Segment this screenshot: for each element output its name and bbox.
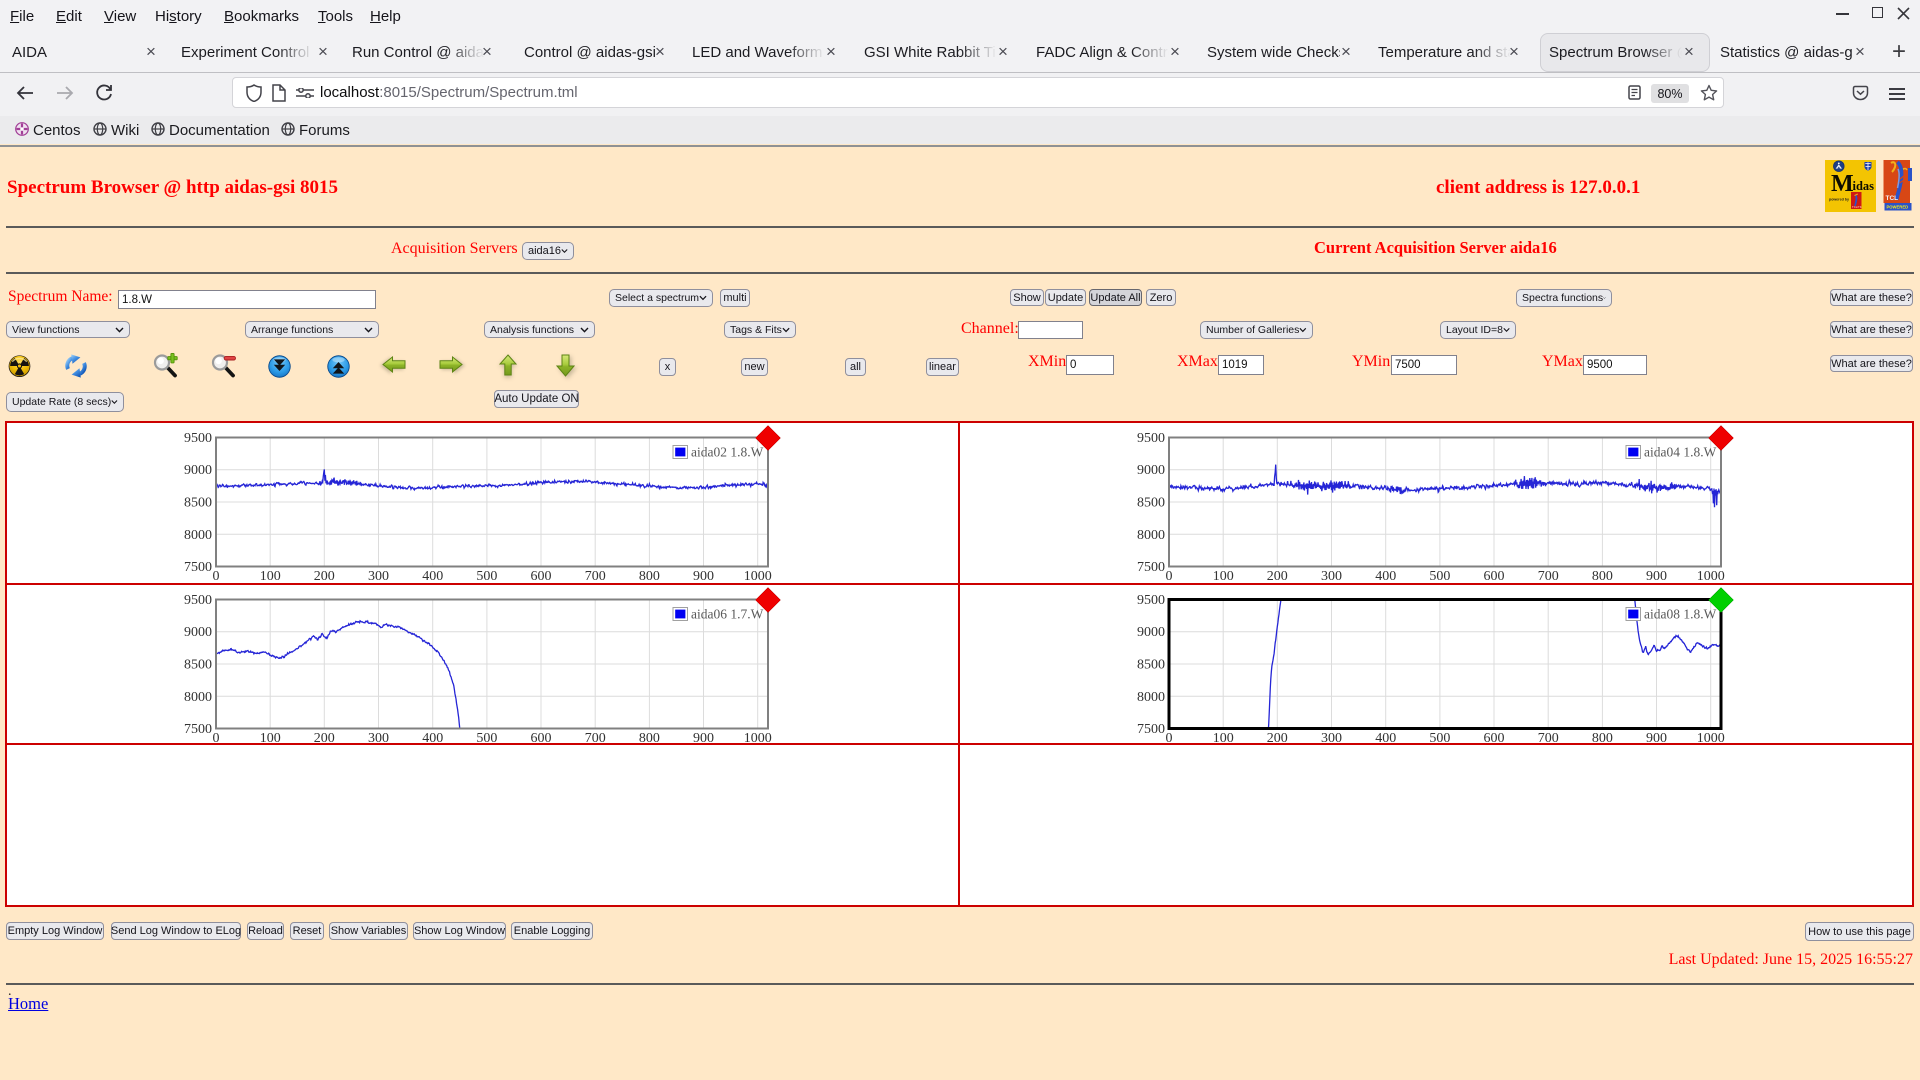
- svg-text:900: 900: [693, 569, 714, 583]
- svg-text:400: 400: [422, 731, 443, 745]
- svg-text:900: 900: [693, 731, 714, 745]
- svg-text:200: 200: [1267, 569, 1288, 583]
- svg-text:700: 700: [1538, 731, 1559, 745]
- svg-text:8500: 8500: [184, 496, 212, 511]
- svg-text:1000: 1000: [1697, 569, 1725, 583]
- svg-text:400: 400: [422, 569, 443, 583]
- svg-text:300: 300: [368, 731, 389, 745]
- svg-text:900: 900: [1646, 731, 1667, 745]
- svg-text:500: 500: [476, 731, 497, 745]
- svg-text:7500: 7500: [1137, 560, 1165, 575]
- svg-text:500: 500: [476, 569, 497, 583]
- svg-text:7500: 7500: [1137, 722, 1165, 737]
- svg-text:powered by: powered by: [1829, 198, 1849, 202]
- svg-text:300: 300: [368, 569, 389, 583]
- svg-text:9500: 9500: [184, 431, 212, 446]
- svg-text:600: 600: [531, 731, 552, 745]
- svg-text:8500: 8500: [1137, 658, 1165, 673]
- svg-text:9000: 9000: [1137, 463, 1165, 478]
- svg-text:200: 200: [314, 731, 335, 745]
- svg-text:300: 300: [1321, 569, 1342, 583]
- svg-text:7500: 7500: [184, 722, 212, 737]
- svg-text:100: 100: [260, 569, 281, 583]
- svg-text:400: 400: [1375, 731, 1396, 745]
- svg-text:600: 600: [531, 569, 552, 583]
- svg-text:800: 800: [1592, 569, 1613, 583]
- svg-text:300: 300: [1321, 731, 1342, 745]
- svg-text:100: 100: [1213, 569, 1234, 583]
- svg-text:9500: 9500: [184, 593, 212, 608]
- svg-text:200: 200: [1267, 731, 1288, 745]
- svg-text:800: 800: [1592, 731, 1613, 745]
- svg-text:0: 0: [1166, 731, 1173, 745]
- svg-text:1000: 1000: [744, 569, 772, 583]
- svg-text:8000: 8000: [184, 528, 212, 543]
- svg-text:600: 600: [1484, 569, 1505, 583]
- svg-text:100: 100: [260, 731, 281, 745]
- svg-text:9000: 9000: [184, 463, 212, 478]
- svg-text:8000: 8000: [1137, 528, 1165, 543]
- svg-text:700: 700: [585, 731, 606, 745]
- svg-text:7500: 7500: [184, 560, 212, 575]
- svg-text:700: 700: [1538, 569, 1559, 583]
- svg-text:9500: 9500: [1137, 593, 1165, 608]
- svg-text:POWERED: POWERED: [1887, 204, 1909, 209]
- svg-text:800: 800: [639, 731, 660, 745]
- svg-text:TCL/TK: TCL/TK: [1852, 205, 1862, 209]
- svg-text:TCL: TCL: [1886, 195, 1899, 202]
- svg-text:1000: 1000: [744, 731, 772, 745]
- svg-text:9000: 9000: [184, 625, 212, 640]
- svg-text:8500: 8500: [184, 658, 212, 673]
- svg-text:900: 900: [1646, 569, 1667, 583]
- svg-text:8000: 8000: [1137, 690, 1165, 705]
- svg-text:400: 400: [1375, 569, 1396, 583]
- svg-text:700: 700: [585, 569, 606, 583]
- svg-text:0: 0: [213, 731, 220, 745]
- svg-text:0: 0: [1166, 569, 1173, 583]
- svg-text:500: 500: [1429, 731, 1450, 745]
- svg-text:aida08 1.8.W: aida08 1.8.W: [1644, 607, 1717, 622]
- svg-text:100: 100: [1213, 731, 1234, 745]
- svg-text:9000: 9000: [1137, 625, 1165, 640]
- svg-text:500: 500: [1429, 569, 1450, 583]
- svg-text:8500: 8500: [1137, 496, 1165, 511]
- svg-text:1000: 1000: [1697, 731, 1725, 745]
- svg-text:8000: 8000: [184, 690, 212, 705]
- svg-text:200: 200: [314, 569, 335, 583]
- svg-text:0: 0: [213, 569, 220, 583]
- svg-text:M: M: [1831, 171, 1854, 197]
- svg-text:9500: 9500: [1137, 431, 1165, 446]
- svg-text:800: 800: [639, 569, 660, 583]
- svg-text:idas: idas: [1853, 179, 1875, 193]
- svg-text:600: 600: [1484, 731, 1505, 745]
- svg-text:aida06 1.7.W: aida06 1.7.W: [691, 607, 764, 622]
- svg-text:aida02 1.8.W: aida02 1.8.W: [691, 445, 764, 460]
- svg-text:aida04 1.8.W: aida04 1.8.W: [1644, 445, 1717, 460]
